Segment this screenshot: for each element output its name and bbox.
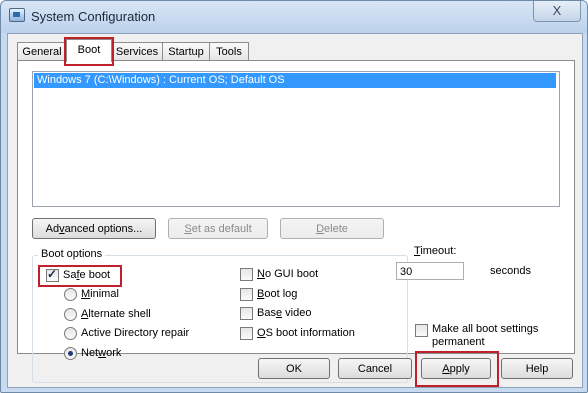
system-config-icon	[9, 8, 25, 22]
no-gui-boot-label: No GUI boot	[257, 268, 319, 280]
tab-services[interactable]: Services	[111, 42, 163, 61]
no-gui-boot-checkbox[interactable]	[240, 268, 253, 281]
make-permanent-checkbox[interactable]	[415, 324, 428, 337]
minimal-label: Minimal	[81, 288, 119, 300]
cancel-button[interactable]: Cancel	[338, 358, 412, 379]
tab-tools[interactable]: Tools	[209, 42, 249, 61]
tab-general[interactable]: General	[17, 42, 67, 61]
window-title: System Configuration	[31, 9, 156, 24]
base-video-label: Base video	[257, 307, 312, 319]
title-bar[interactable]: System Configuration X	[1, 1, 587, 33]
safe-boot-label: Safe boot	[63, 269, 111, 281]
os-list[interactable]: Windows 7 (C:\Windows) : Current OS; Def…	[32, 71, 560, 207]
boot-log-label: Boot log	[257, 288, 298, 300]
ok-button[interactable]: OK	[258, 358, 330, 379]
delete-button[interactable]: Delete	[280, 218, 384, 239]
boot-tab-panel: Windows 7 (C:\Windows) : Current OS; Def…	[17, 60, 575, 383]
safe-boot-checkbox[interactable]	[46, 267, 59, 282]
close-icon: X	[552, 3, 562, 18]
help-button[interactable]: Help	[501, 358, 573, 379]
active-directory-repair-radio[interactable]	[64, 327, 77, 340]
os-boot-information-label: OS boot information	[257, 327, 355, 339]
os-list-item[interactable]: Windows 7 (C:\Windows) : Current OS; Def…	[34, 73, 556, 88]
network-label: Network	[81, 347, 122, 359]
tab-startup[interactable]: Startup	[162, 42, 210, 61]
minimal-radio[interactable]	[64, 288, 77, 301]
set-as-default-button[interactable]: Set as default	[168, 218, 268, 239]
alternate-shell-radio[interactable]	[64, 308, 77, 321]
os-boot-information-checkbox[interactable]	[240, 327, 253, 340]
advanced-options-button[interactable]: Advanced options...	[32, 218, 156, 239]
make-permanent-label-line1: Make all boot settings	[432, 323, 539, 335]
active-directory-repair-label: Active Directory repair	[81, 327, 190, 339]
timeout-label: Timeout:	[414, 245, 457, 257]
dialog-body: General Boot Services Startup Tools Wind…	[7, 33, 583, 388]
boot-options-label: Boot options	[38, 248, 106, 260]
system-configuration-window: System Configuration X General Boot Serv…	[0, 0, 588, 393]
network-radio[interactable]	[64, 347, 77, 360]
tab-boot[interactable]: Boot	[66, 39, 112, 62]
alternate-shell-label: Alternate shell	[81, 308, 151, 320]
boot-log-checkbox[interactable]	[240, 288, 253, 301]
apply-button[interactable]: Apply	[421, 358, 491, 379]
close-button[interactable]: X	[533, 1, 581, 22]
timeout-unit: seconds	[490, 265, 531, 277]
base-video-checkbox[interactable]	[240, 307, 253, 320]
make-permanent-label-line2: permanent	[432, 336, 485, 348]
timeout-input[interactable]: 30	[396, 262, 464, 280]
